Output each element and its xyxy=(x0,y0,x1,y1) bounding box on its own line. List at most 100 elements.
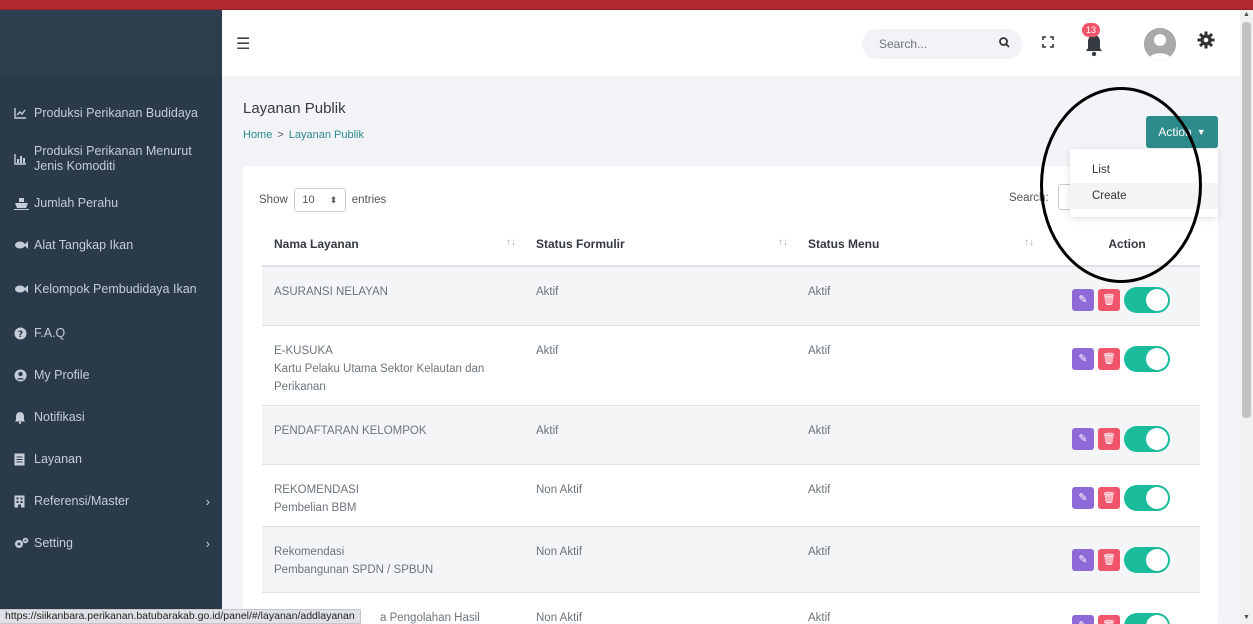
svg-text:?: ? xyxy=(18,330,23,340)
layanan-subtitle: Pembangunan SPDN / SPBUN xyxy=(274,563,434,576)
scroll-down-arrow-icon[interactable]: ▼ xyxy=(1243,614,1250,621)
pencil-icon: ✎ xyxy=(1078,432,1088,445)
edit-button[interactable]: ✎ xyxy=(1072,427,1094,450)
table-card: Show 10 ⬍ entries Search: Nama Layanan ↑↓ … xyxy=(243,166,1218,624)
table-row: PENDAFTARAN KELOMPOK Aktif Aktif ✎ 🗑 xyxy=(262,405,1200,465)
page-scrollbar[interactable]: ▲ ▼ xyxy=(1240,10,1253,624)
layanan-name: PENDAFTARAN KELOMPOK xyxy=(274,424,427,437)
ship-icon xyxy=(14,197,34,210)
page-title: Layanan Publik xyxy=(243,100,346,117)
browser-top-bar xyxy=(0,0,1253,10)
sidebar-item-produksi-budidaya[interactable]: Produksi Perikanan Budidaya xyxy=(0,90,222,136)
cell-status-menu: Aktif xyxy=(796,526,1042,593)
cell-status-menu: Aktif xyxy=(796,405,1042,465)
pencil-icon: ✎ xyxy=(1078,553,1088,566)
cell-status-menu: Aktif xyxy=(796,266,1042,326)
sidebar-item-jumlah-perahu[interactable]: Jumlah Perahu xyxy=(0,182,222,224)
pencil-icon: ✎ xyxy=(1078,294,1088,306)
status-toggle[interactable] xyxy=(1124,484,1170,511)
column-header-nama-layanan[interactable]: Nama Layanan ↑↓ xyxy=(262,222,524,267)
action-dropdown-button[interactable]: Action ▼ xyxy=(1146,116,1218,148)
column-header-label: Nama Layanan xyxy=(274,236,359,251)
status-toggle[interactable] xyxy=(1124,612,1170,624)
breadcrumb: Home > Layanan Publik xyxy=(243,129,364,141)
sidebar-item-notifikasi[interactable]: Notifikasi xyxy=(0,396,222,438)
entries-length-control: Show 10 ⬍ entries xyxy=(259,188,386,212)
delete-button[interactable]: 🗑 xyxy=(1098,347,1120,370)
sidebar-nav: Produksi Perikanan Budidaya Produksi Per… xyxy=(0,76,222,564)
sidebar-item-referensi-master[interactable]: Referensi/Master › xyxy=(0,480,222,522)
select-arrows-icon: ⬍ xyxy=(329,194,338,205)
fullscreen-icon[interactable] xyxy=(1042,36,1054,51)
cell-status-formulir: Aktif xyxy=(524,325,796,406)
table-row: ASURANSI NELAYAN Aktif Aktif ✎ 🗑 xyxy=(262,266,1200,326)
building-icon xyxy=(14,495,34,508)
search-icon[interactable] xyxy=(999,37,1010,51)
sidebar-item-alat-tangkap[interactable]: Alat Tangkap Ikan xyxy=(0,224,222,266)
cell-status-menu: Aktif xyxy=(796,464,1042,527)
layanan-name: REKOMENDASI xyxy=(274,483,359,496)
cell-actions: ✎🗑 xyxy=(1042,325,1200,406)
cell-status-formulir: Non Aktif xyxy=(524,464,796,527)
delete-button[interactable]: 🗑 xyxy=(1098,427,1120,450)
dropdown-item-create[interactable]: Create xyxy=(1070,183,1218,209)
fish-icon xyxy=(14,240,34,250)
sidebar-item-faq[interactable]: ? F.A.Q xyxy=(0,312,222,354)
sidebar-item-produksi-komoditi[interactable]: Produksi Perikanan Menurut Jenis Komodit… xyxy=(0,136,222,182)
sidebar-item-label: Alat Tangkap Ikan xyxy=(34,237,134,252)
column-header-status-formulir[interactable]: Status Formulir ↑↓ xyxy=(524,222,796,267)
entries-select[interactable]: 10 ⬍ xyxy=(293,188,346,212)
edit-button[interactable]: ✎ xyxy=(1072,289,1094,311)
status-toggle[interactable] xyxy=(1124,345,1170,372)
status-toggle[interactable] xyxy=(1124,287,1170,313)
trash-icon: 🗑 xyxy=(1102,352,1116,365)
sidebar-item-kelompok-pembudidaya[interactable]: Kelompok Pembudidaya Ikan xyxy=(0,266,222,312)
delete-button[interactable]: 🗑 xyxy=(1098,614,1120,624)
sidebar-item-setting[interactable]: Setting › xyxy=(0,522,222,564)
scroll-up-arrow-icon[interactable]: ▲ xyxy=(1243,11,1250,18)
user-circle-icon xyxy=(14,369,34,382)
entries-label: entries xyxy=(351,194,387,206)
column-header-label: Status Menu xyxy=(808,236,880,251)
status-toggle[interactable] xyxy=(1124,546,1170,573)
delete-button[interactable]: 🗑 xyxy=(1098,548,1120,571)
cell-nama-layanan: E-KUSUKA Kartu Pelaku Utama Sektor Kelaut… xyxy=(262,325,524,406)
column-header-status-menu[interactable]: Status Menu ↑↓ xyxy=(796,222,1042,267)
table-row: Rekomendasi Pembangunan SPDN / SPBUN Non … xyxy=(262,526,1200,593)
sidebar-item-layanan[interactable]: Layanan xyxy=(0,438,222,480)
edit-button[interactable]: ✎ xyxy=(1072,548,1094,571)
cell-actions: ✎🗑 xyxy=(1042,464,1200,527)
breadcrumb-current: Layanan Publik xyxy=(288,129,365,141)
avatar[interactable] xyxy=(1144,28,1176,60)
sidebar-brand xyxy=(0,10,222,76)
chevron-right-icon: › xyxy=(205,493,210,509)
menu-toggle-icon[interactable]: ☰ xyxy=(236,34,250,54)
delete-button[interactable]: 🗑 xyxy=(1098,486,1120,509)
table-row: E-KUSUKA Kartu Pelaku Utama Sektor Kelaut… xyxy=(262,325,1200,406)
delete-button[interactable]: 🗑 xyxy=(1098,289,1120,311)
edit-button[interactable]: ✎ xyxy=(1072,614,1094,624)
trash-icon: 🗑 xyxy=(1102,553,1116,566)
status-toggle[interactable] xyxy=(1124,425,1170,452)
table-search-label: Search: xyxy=(1009,192,1049,204)
gear-icon[interactable] xyxy=(1197,31,1215,54)
layanan-name: E-KUSUKA xyxy=(274,344,333,357)
cell-actions: ✎🗑 xyxy=(1042,526,1200,593)
header-search[interactable]: Search... xyxy=(862,29,1022,59)
cell-actions: ✎🗑 xyxy=(1042,405,1200,465)
cell-nama-layanan: ASURANSI NELAYAN xyxy=(262,266,524,326)
edit-button[interactable]: ✎ xyxy=(1072,347,1094,370)
search-input[interactable]: Search... xyxy=(879,37,927,51)
cell-status-menu: Aktif xyxy=(796,325,1042,406)
action-button-label: Action xyxy=(1158,125,1192,139)
pencil-icon: ✎ xyxy=(1078,491,1088,504)
dropdown-item-list[interactable]: List xyxy=(1070,157,1218,183)
sidebar-item-my-profile[interactable]: My Profile xyxy=(0,354,222,396)
table-header-row: Nama Layanan ↑↓ Status Formulir ↑↓ Status … xyxy=(262,222,1200,267)
edit-button[interactable]: ✎ xyxy=(1072,486,1094,509)
scrollbar-thumb[interactable] xyxy=(1242,22,1251,418)
layanan-name: a Pengolahan Hasil xyxy=(380,611,480,624)
action-dropdown-menu: List Create xyxy=(1070,149,1218,217)
sidebar-item-label: Setting xyxy=(34,535,73,550)
breadcrumb-home-link[interactable]: Home xyxy=(243,129,272,141)
